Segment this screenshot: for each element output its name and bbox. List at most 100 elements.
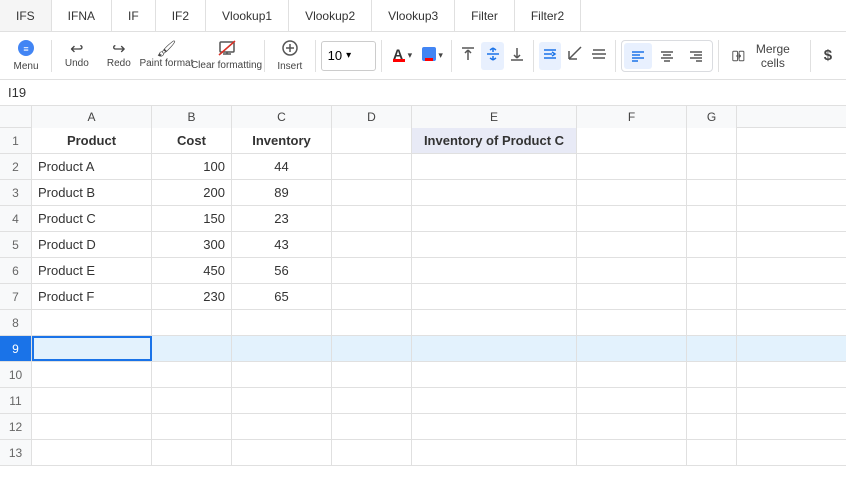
clear-formatting-button[interactable]: Clear formatting — [194, 36, 259, 76]
tab-vlookup3[interactable]: Vlookup3 — [372, 0, 455, 31]
table-cell[interactable] — [332, 128, 412, 153]
table-cell[interactable] — [687, 180, 737, 205]
table-cell[interactable] — [332, 310, 412, 335]
table-cell[interactable]: Product — [32, 128, 152, 153]
undo-button[interactable]: ↩ Undo — [57, 36, 97, 76]
table-cell[interactable] — [577, 232, 687, 257]
row-num-3[interactable]: 3 — [0, 180, 32, 205]
table-cell[interactable] — [577, 284, 687, 309]
table-cell[interactable] — [232, 336, 332, 361]
table-cell[interactable] — [332, 154, 412, 179]
table-cell[interactable] — [152, 336, 232, 361]
table-cell[interactable] — [332, 180, 412, 205]
col-header-g[interactable]: G — [687, 106, 737, 128]
table-cell[interactable]: 56 — [232, 258, 332, 283]
row-num-6[interactable]: 6 — [0, 258, 32, 283]
row-num-2[interactable]: 2 — [0, 154, 32, 179]
table-cell[interactable] — [32, 362, 152, 387]
table-cell[interactable] — [152, 388, 232, 413]
table-cell[interactable] — [577, 128, 687, 153]
table-cell[interactable] — [577, 258, 687, 283]
table-cell[interactable] — [332, 414, 412, 439]
table-cell[interactable]: 43 — [232, 232, 332, 257]
table-cell[interactable] — [232, 440, 332, 465]
row-num-8[interactable]: 8 — [0, 310, 32, 335]
table-cell[interactable] — [412, 310, 577, 335]
row-num-9[interactable]: 9 — [0, 336, 32, 361]
row-num-11[interactable]: 11 — [0, 388, 32, 413]
table-cell[interactable]: Inventory of Product C — [412, 128, 577, 153]
valign-middle-button[interactable] — [481, 42, 503, 70]
table-cell[interactable]: 300 — [152, 232, 232, 257]
redo-button[interactable]: ↪ Redo — [99, 36, 139, 76]
table-cell[interactable] — [332, 232, 412, 257]
row-num-10[interactable]: 10 — [0, 362, 32, 387]
table-cell[interactable] — [577, 336, 687, 361]
table-cell[interactable] — [687, 362, 737, 387]
table-cell[interactable]: 200 — [152, 180, 232, 205]
highlight-color-button[interactable]: ▾ — [417, 42, 446, 70]
table-cell[interactable]: Product A — [32, 154, 152, 179]
table-cell[interactable] — [577, 414, 687, 439]
table-cell[interactable] — [412, 232, 577, 257]
table-cell[interactable] — [152, 310, 232, 335]
table-cell[interactable] — [687, 154, 737, 179]
table-cell[interactable] — [577, 440, 687, 465]
table-cell[interactable]: Cost — [152, 128, 232, 153]
tab-filter2[interactable]: Filter2 — [515, 0, 581, 31]
valign-bottom-button[interactable] — [506, 42, 528, 70]
table-cell[interactable] — [232, 388, 332, 413]
align-left-button[interactable] — [624, 43, 652, 69]
table-cell[interactable] — [687, 414, 737, 439]
table-cell[interactable] — [32, 388, 152, 413]
merge-cells-button[interactable]: Merge cells — [724, 41, 805, 71]
table-cell[interactable]: 89 — [232, 180, 332, 205]
row-num-5[interactable]: 5 — [0, 232, 32, 257]
tab-vlookup1[interactable]: Vlookup1 — [206, 0, 289, 31]
table-cell[interactable] — [332, 284, 412, 309]
table-cell[interactable] — [152, 440, 232, 465]
table-cell[interactable] — [412, 180, 577, 205]
rotate-button[interactable] — [563, 42, 585, 70]
col-header-e[interactable]: E — [412, 106, 577, 128]
menu-button[interactable]: ≡ Menu — [6, 36, 46, 76]
table-cell[interactable] — [687, 128, 737, 153]
table-cell[interactable] — [32, 440, 152, 465]
tab-vlookup2[interactable]: Vlookup2 — [289, 0, 372, 31]
table-cell[interactable] — [577, 310, 687, 335]
table-cell[interactable]: Product E — [32, 258, 152, 283]
col-header-c[interactable]: C — [232, 106, 332, 128]
tab-ifna[interactable]: IFNA — [52, 0, 112, 31]
table-cell[interactable]: 100 — [152, 154, 232, 179]
table-cell[interactable] — [332, 336, 412, 361]
table-cell[interactable] — [577, 154, 687, 179]
table-cell[interactable] — [152, 362, 232, 387]
table-cell[interactable]: 150 — [152, 206, 232, 231]
col-header-a[interactable]: A — [32, 106, 152, 128]
table-cell[interactable]: Product B — [32, 180, 152, 205]
table-cell[interactable] — [577, 180, 687, 205]
align-right-button[interactable] — [682, 43, 710, 69]
table-cell[interactable] — [687, 232, 737, 257]
overflow-button[interactable] — [588, 42, 610, 70]
table-cell[interactable] — [152, 414, 232, 439]
insert-button[interactable]: Insert — [270, 36, 310, 76]
currency-button[interactable]: $ — [816, 41, 840, 71]
table-cell[interactable]: 230 — [152, 284, 232, 309]
table-cell[interactable] — [332, 206, 412, 231]
table-cell[interactable] — [232, 414, 332, 439]
row-num-7[interactable]: 7 — [0, 284, 32, 309]
tab-if[interactable]: IF — [112, 0, 156, 31]
table-cell[interactable] — [412, 284, 577, 309]
col-header-b[interactable]: B — [152, 106, 232, 128]
table-cell[interactable] — [332, 440, 412, 465]
table-cell[interactable]: 23 — [232, 206, 332, 231]
tab-filter[interactable]: Filter — [455, 0, 515, 31]
table-cell[interactable] — [687, 336, 737, 361]
table-cell[interactable] — [332, 388, 412, 413]
table-cell[interactable] — [412, 154, 577, 179]
table-cell[interactable] — [332, 362, 412, 387]
table-cell[interactable] — [687, 258, 737, 283]
text-color-button[interactable]: A ▾ — [386, 42, 415, 70]
row-num-13[interactable]: 13 — [0, 440, 32, 465]
